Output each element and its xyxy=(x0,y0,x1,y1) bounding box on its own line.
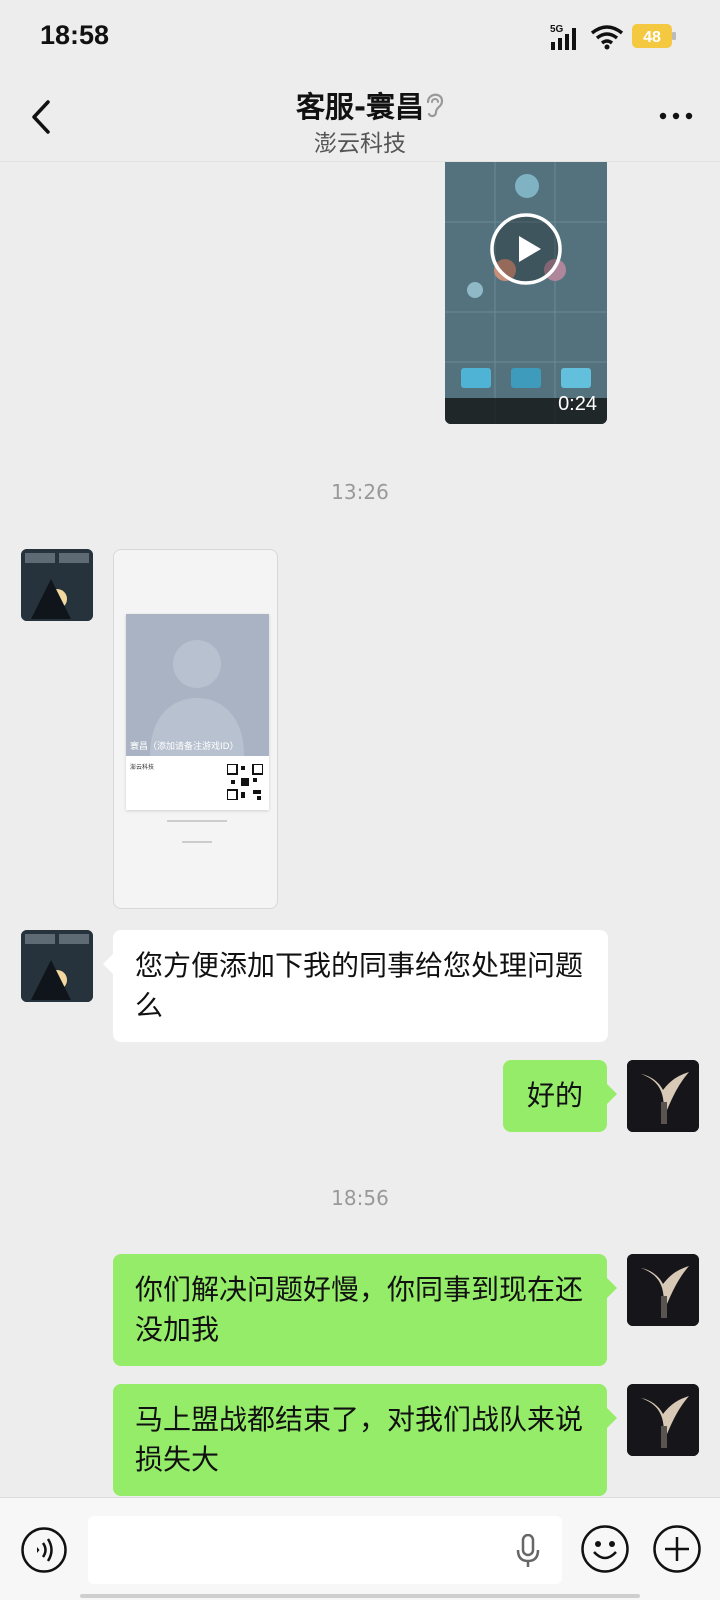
timestamp: 18:56 xyxy=(331,1186,389,1210)
status-bar: 18:58 5G 48 xyxy=(0,0,720,76)
plus-icon[interactable] xyxy=(652,1524,702,1574)
wifi-icon xyxy=(590,25,624,50)
card-footer-line xyxy=(114,840,279,847)
input-bar xyxy=(0,1497,720,1600)
avatar-image xyxy=(627,1060,699,1132)
emoji-icon[interactable] xyxy=(580,1524,630,1574)
avatar-image xyxy=(627,1254,699,1326)
ear-icon[interactable] xyxy=(422,88,448,120)
avatar[interactable] xyxy=(21,549,93,621)
qr-code-icon xyxy=(227,764,263,800)
card-company: 澎云科技 xyxy=(130,764,155,771)
more-icon[interactable] xyxy=(656,104,696,128)
avatar[interactable] xyxy=(627,1384,699,1456)
message-input[interactable] xyxy=(88,1516,562,1584)
video-thumbnail xyxy=(445,162,607,424)
voice-icon[interactable] xyxy=(20,1526,68,1574)
home-indicator xyxy=(80,1594,640,1598)
chat-subtitle: 澎云科技 xyxy=(314,131,406,157)
mic-icon[interactable] xyxy=(515,1534,541,1568)
contact-card: 寰昌（添加请备注游戏ID） 澎云科技 xyxy=(126,614,269,810)
avatar[interactable] xyxy=(627,1254,699,1326)
chat-header: 客服-寰昌 澎云科技 xyxy=(0,76,720,162)
video-message[interactable]: 0:24 xyxy=(445,162,607,424)
card-photo: 寰昌（添加请备注游戏ID） xyxy=(126,614,269,756)
person-silhouette-icon xyxy=(150,640,244,756)
card-footer-line xyxy=(114,820,279,826)
message-bubble[interactable]: 马上盟战都结束了，对我们战队来说损失大 xyxy=(113,1384,617,1496)
avatar-image xyxy=(627,1384,699,1456)
avatar[interactable] xyxy=(21,930,93,1002)
svg-text:5G: 5G xyxy=(550,24,564,35)
message-bubble[interactable]: 好的 xyxy=(503,1060,617,1132)
message-bubble[interactable]: 您方便添加下我的同事给您处理问题么 xyxy=(103,930,608,1042)
battery-icon: 48 xyxy=(632,24,676,48)
chat-title: 客服-寰昌 xyxy=(295,90,425,124)
avatar-image xyxy=(21,930,93,1002)
timestamp: 13:26 xyxy=(331,480,389,504)
message-bubble[interactable]: 你们解决问题好慢，你同事到现在还没加我 xyxy=(113,1254,617,1366)
status-time: 18:58 xyxy=(40,20,110,50)
svg-text:48: 48 xyxy=(643,29,661,46)
avatar[interactable] xyxy=(627,1060,699,1132)
video-duration: 0:24 xyxy=(558,393,597,415)
avatar-image xyxy=(21,549,93,621)
card-caption: 寰昌（添加请备注游戏ID） xyxy=(130,742,239,752)
play-icon[interactable] xyxy=(489,212,563,286)
signal-5g-icon: 5G xyxy=(550,24,576,50)
contact-card-message[interactable]: 寰昌（添加请备注游戏ID） 澎云科技 xyxy=(113,549,278,909)
